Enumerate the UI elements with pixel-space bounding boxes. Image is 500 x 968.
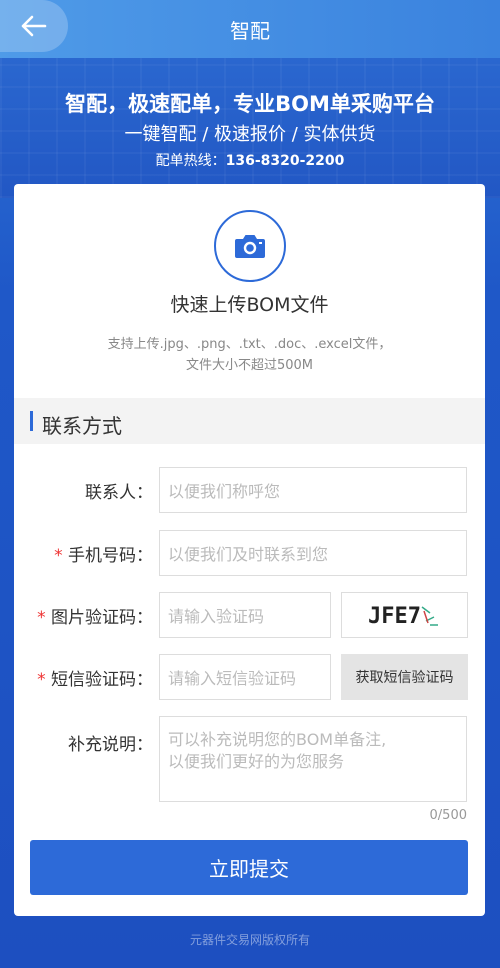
footer-copyright: 元器件交易网版权所有 (189, 933, 310, 947)
sms-label-text: 短信验证码： (51, 670, 153, 690)
sms-code-input[interactable]: 请输入短信验证码 (159, 654, 331, 700)
captcha-image[interactable]: JFE7 (341, 592, 468, 638)
hotline-number[interactable]: 136-8320-2200 (226, 153, 345, 169)
captcha-text: JFE7 (368, 604, 421, 629)
upload-button[interactable] (214, 210, 286, 282)
name-label: 联系人： (85, 483, 153, 503)
upload-hint-line1: 支持上传.jpg、.png、.txt、.doc、.excel文件， (107, 337, 392, 352)
form-card: 快速上传BOM文件 支持上传.jpg、.png、.txt、.doc、.excel… (14, 184, 485, 916)
captcha-label: * 图片验证码： (37, 603, 153, 628)
hotline-label: 配单热线： (155, 153, 226, 169)
char-counter: 0/500 (429, 808, 467, 823)
phone-input[interactable]: 以便我们及时联系到您 (159, 530, 467, 576)
captcha-input[interactable]: 请输入验证码 (159, 592, 331, 638)
required-mark: * (54, 546, 63, 566)
note-placeholder-line2: 以便我们更好的为您服务 (168, 752, 345, 771)
upload-hint: 支持上传.jpg、.png、.txt、.doc、.excel文件， 文件大小不超… (14, 334, 485, 376)
captcha-label-text: 图片验证码： (51, 608, 153, 628)
required-mark: * (37, 670, 46, 690)
note-placeholder-line1: 可以补充说明您的BOM单备注, (168, 730, 387, 749)
top-bar: 智配 (0, 0, 500, 58)
section-accent-bar (30, 411, 33, 431)
name-input[interactable]: 以便我们称呼您 (159, 467, 467, 513)
phone-label-text: 手机号码： (68, 546, 153, 566)
submit-button[interactable]: 立即提交 (30, 840, 468, 895)
banner-subline: 一键智配 / 极速报价 / 实体供货 (124, 124, 376, 145)
note-label: 补充说明： (68, 735, 153, 755)
banner-hotline: 配单热线：136-8320-2200 (0, 150, 500, 170)
sms-label: * 短信验证码： (37, 665, 153, 690)
required-mark: * (37, 608, 46, 628)
hero-banner: 智配，极速配单，专业BOM单采购平台 一键智配 / 极速报价 / 实体供货 配单… (0, 58, 500, 198)
page-title: 智配 (230, 19, 270, 43)
phone-label: * 手机号码： (54, 541, 153, 566)
camera-icon (235, 235, 265, 258)
section-title: 联系方式 (42, 414, 122, 438)
upload-title: 快速上传BOM文件 (170, 294, 329, 316)
banner-headline: 智配，极速配单，专业BOM单采购平台 (65, 92, 435, 116)
upload-hint-line2: 文件大小不超过500M (185, 358, 314, 373)
get-sms-code-button[interactable]: 获取短信验证码 (341, 654, 468, 700)
contact-section-header: 联系方式 (14, 398, 485, 444)
captcha-graphic: JFE7 (368, 604, 438, 629)
note-textarea[interactable]: 可以补充说明您的BOM单备注, 以便我们更好的为您服务 (159, 716, 467, 802)
